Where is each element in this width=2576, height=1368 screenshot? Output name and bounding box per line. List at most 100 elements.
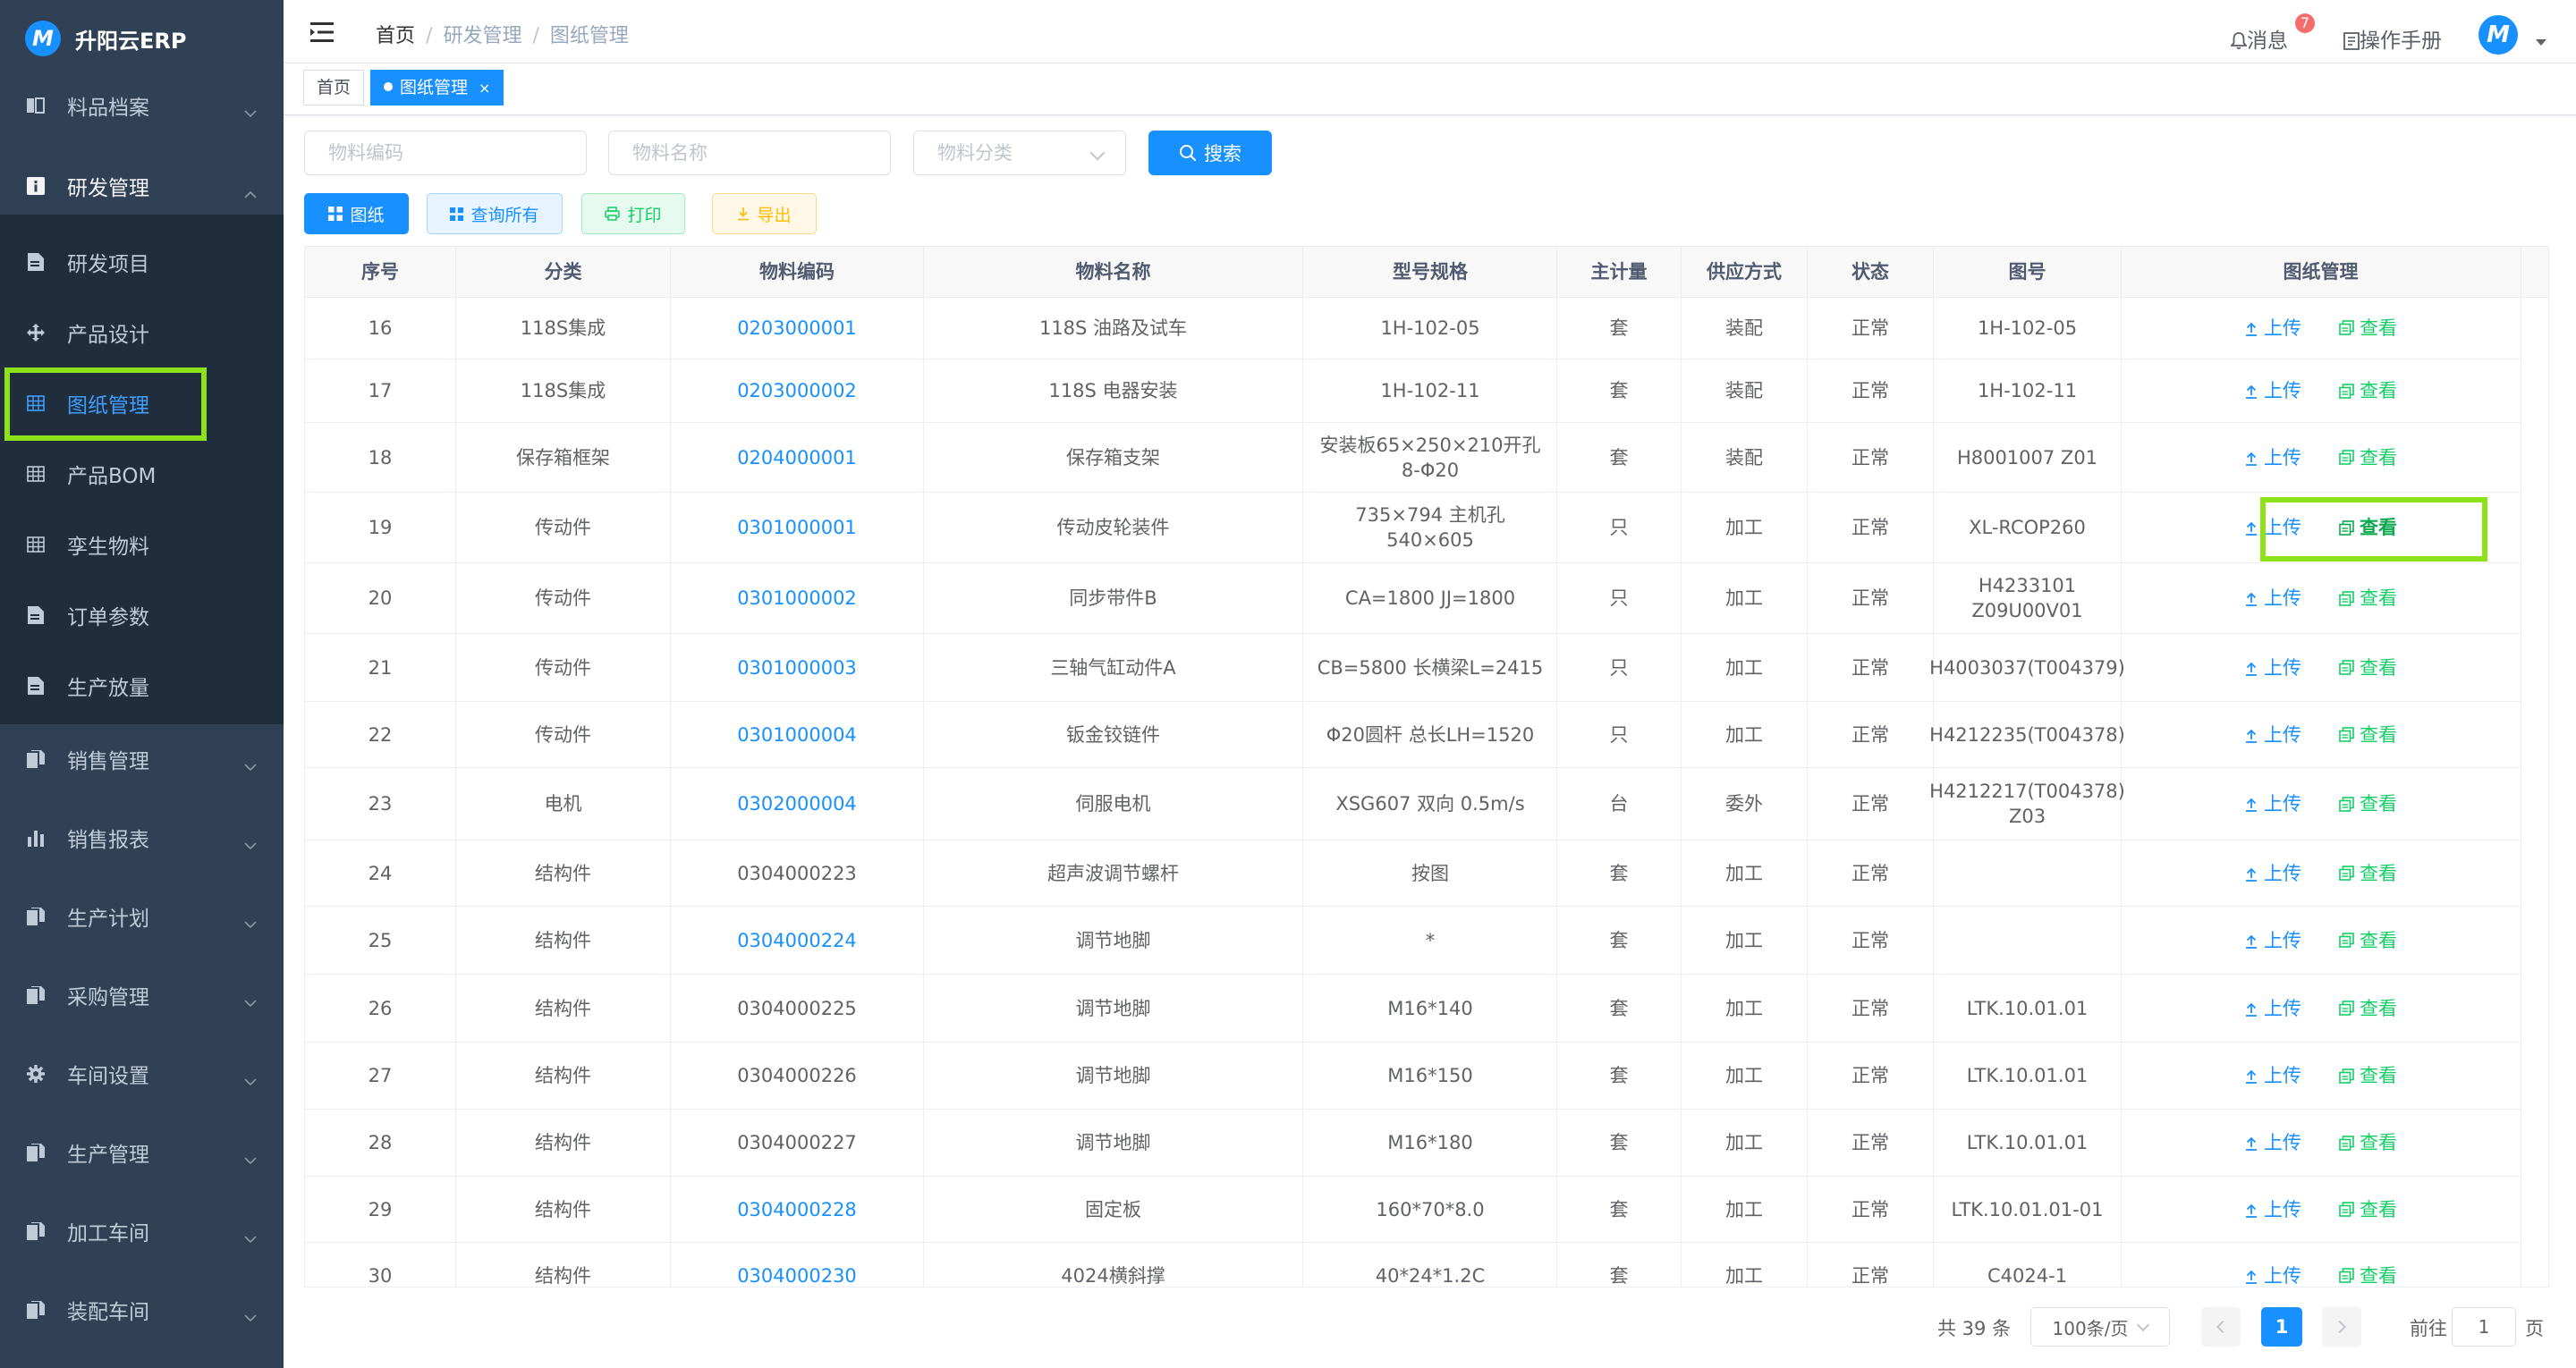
- manual-label: 操作手册: [2360, 30, 2442, 53]
- upload-button[interactable]: 上传: [2244, 1263, 2301, 1288]
- upload-icon: [2246, 521, 2257, 536]
- sidebar-item-16[interactable]: 装配车间: [0, 1271, 284, 1349]
- upload-icon: [2246, 934, 2257, 949]
- upload-button[interactable]: 上传: [2244, 316, 2301, 341]
- material-code-link[interactable]: 0301000001: [737, 515, 857, 540]
- sidebar-item-label: 销售管理: [67, 750, 149, 773]
- cell-text: M16*150: [1387, 1065, 1473, 1086]
- material-code-link[interactable]: 0304000228: [737, 1197, 857, 1222]
- upload-button[interactable]: 上传: [2244, 722, 2301, 747]
- sidebar-item-15[interactable]: 加工车间: [0, 1192, 284, 1271]
- upload-button[interactable]: 上传: [2244, 928, 2301, 953]
- caret-down-icon[interactable]: [2536, 39, 2546, 46]
- manual-link[interactable]: 操作手册: [2343, 23, 2442, 54]
- material-code-link[interactable]: 0304000230: [737, 1263, 857, 1288]
- view-button[interactable]: 查看: [2339, 316, 2397, 341]
- cell-text: 加工: [1725, 1065, 1763, 1086]
- cell-unit: 套: [1557, 1177, 1682, 1242]
- view-button[interactable]: 查看: [2339, 1063, 2397, 1088]
- close-icon[interactable]: ×: [479, 80, 490, 97]
- view-button[interactable]: 查看: [2339, 928, 2397, 953]
- cell-code: 0304000228: [671, 1177, 924, 1242]
- material-code-link[interactable]: 0301000004: [737, 722, 857, 747]
- material-code-link[interactable]: 0203000001: [737, 316, 857, 341]
- cell-code: 0301000003: [671, 634, 924, 701]
- view-button[interactable]: 查看: [2339, 722, 2397, 747]
- tag-home[interactable]: 首页: [303, 70, 365, 106]
- sidebar-item-12[interactable]: 采购管理: [0, 956, 284, 1034]
- view-button[interactable]: 查看: [2339, 1130, 2397, 1155]
- user-avatar[interactable]: M: [2479, 15, 2518, 55]
- goto-page-input[interactable]: [2452, 1307, 2516, 1347]
- sidebar-item-13[interactable]: 车间设置: [0, 1034, 284, 1113]
- cell-code: 0301000004: [671, 702, 924, 767]
- material-code-link[interactable]: 0302000004: [737, 791, 857, 816]
- upload-button[interactable]: 上传: [2244, 655, 2301, 680]
- view-button[interactable]: 查看: [2339, 1263, 2397, 1288]
- view-button[interactable]: 查看: [2339, 655, 2397, 680]
- sidebar-item-2[interactable]: 研发项目: [0, 223, 284, 301]
- sidebar-item-10[interactable]: 销售报表: [0, 798, 284, 877]
- next-page-button[interactable]: [2322, 1307, 2361, 1347]
- material-code-link[interactable]: 0304000224: [737, 928, 857, 953]
- view-button[interactable]: 查看: [2339, 996, 2397, 1021]
- view-button[interactable]: 查看: [2339, 378, 2397, 403]
- cell-code: 0301000002: [671, 563, 924, 633]
- material-code-link[interactable]: 0301000002: [737, 586, 857, 611]
- cell-code: 0304000225: [671, 975, 924, 1042]
- table-row: 28 结构件 0304000227 调节地脚 M16*180 套 加工 正常 LTK.10.01…: [305, 1110, 2521, 1177]
- material-code-input[interactable]: [304, 131, 587, 175]
- sidebar-item-11[interactable]: 生产计划: [0, 877, 284, 956]
- upload-button[interactable]: 上传: [2244, 445, 2301, 470]
- query-all-button[interactable]: 查询所有: [427, 193, 563, 234]
- print-button[interactable]: 打印: [581, 193, 685, 234]
- breadcrumb-home[interactable]: 首页: [376, 25, 415, 47]
- sidebar-item-7[interactable]: 订单参数: [0, 576, 284, 654]
- cell-text: 加工: [1725, 1198, 1763, 1220]
- sidebar-item-14[interactable]: 生产管理: [0, 1113, 284, 1192]
- sidebar-item-6[interactable]: 孪生物料: [0, 505, 284, 584]
- upload-button[interactable]: 上传: [2244, 586, 2301, 611]
- sidebar-item-8[interactable]: 生产放量: [0, 646, 284, 725]
- material-code-link[interactable]: 0204000001: [737, 445, 857, 470]
- sidebar-item-9[interactable]: 销售管理: [0, 720, 284, 798]
- sidebar-item-5[interactable]: 产品BOM: [0, 435, 284, 513]
- drawing-button[interactable]: 图纸: [304, 193, 409, 234]
- breadcrumb-rd[interactable]: 研发管理: [443, 25, 521, 47]
- upload-button[interactable]: 上传: [2244, 378, 2301, 403]
- page-size-select[interactable]: 100条/页: [2030, 1307, 2170, 1347]
- material-name-input[interactable]: [608, 131, 891, 175]
- sidebar-item-1[interactable]: 研发管理: [0, 147, 284, 225]
- view-button[interactable]: 查看: [2339, 445, 2397, 470]
- tag-drawing-management[interactable]: 图纸管理 ×: [370, 70, 504, 106]
- view-button[interactable]: 查看: [2339, 791, 2397, 816]
- sidebar-item-0[interactable]: 料品档案: [0, 66, 284, 145]
- view-button[interactable]: 查看: [2339, 1197, 2397, 1222]
- upload-button[interactable]: 上传: [2244, 996, 2301, 1021]
- search-button[interactable]: 搜索: [1148, 131, 1272, 175]
- upload-button[interactable]: 上传: [2244, 861, 2301, 886]
- cell-text: 装配: [1725, 446, 1763, 469]
- upload-button[interactable]: 上传: [2244, 1130, 2301, 1155]
- cell-category: 结构件: [456, 1177, 671, 1242]
- material-code-link[interactable]: 0203000002: [737, 378, 857, 403]
- export-button[interactable]: 导出: [712, 193, 817, 234]
- prev-page-button[interactable]: [2201, 1307, 2241, 1347]
- view-button[interactable]: 查看: [2339, 515, 2397, 540]
- sidebar-item-4[interactable]: 图纸管理: [0, 364, 284, 443]
- view-button[interactable]: 查看: [2339, 861, 2397, 886]
- upload-button[interactable]: 上传: [2244, 1197, 2301, 1222]
- hamburger-icon[interactable]: [310, 22, 334, 42]
- upload-button[interactable]: 上传: [2244, 1063, 2301, 1088]
- view-button[interactable]: 查看: [2339, 586, 2397, 611]
- messages-link[interactable]: 消息: [2230, 23, 2288, 54]
- column-header: 序号: [305, 247, 456, 297]
- material-code-link[interactable]: 0301000003: [737, 655, 857, 680]
- cell-text: 调节地脚: [1075, 1132, 1151, 1153]
- upload-button[interactable]: 上传: [2244, 791, 2301, 816]
- upload-button[interactable]: 上传: [2244, 515, 2301, 540]
- sidebar-item-3[interactable]: 产品设计: [0, 293, 284, 372]
- page-number-current[interactable]: 1: [2261, 1307, 2302, 1347]
- page-suffix: 页: [2525, 1318, 2544, 1339]
- cell-no: 28: [305, 1110, 456, 1176]
